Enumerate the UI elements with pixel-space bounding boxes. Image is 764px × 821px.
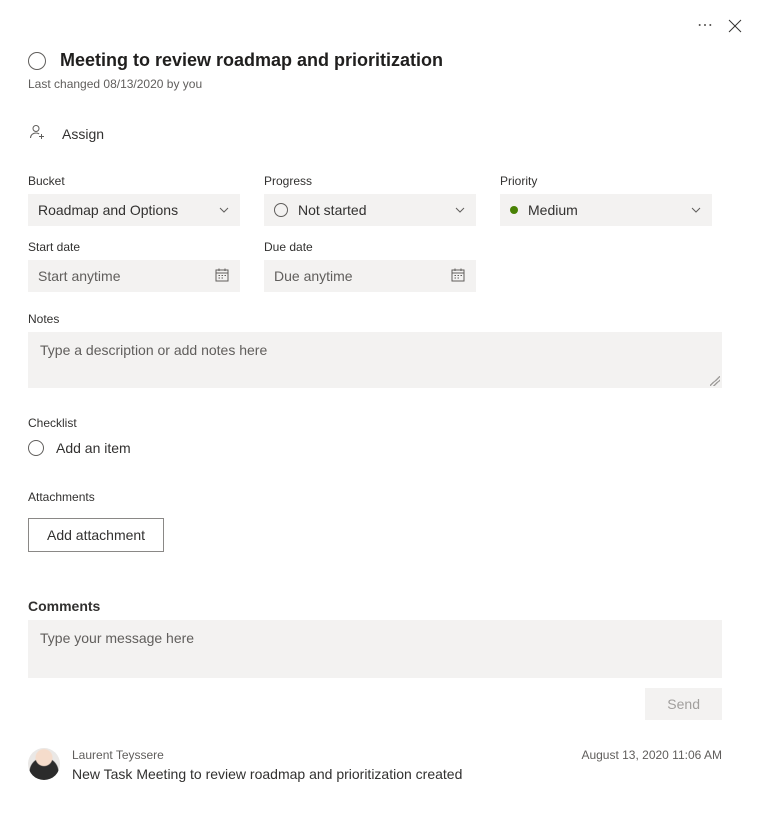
activity-author: Laurent Teyssere [72, 748, 164, 762]
checklist-add-placeholder: Add an item [56, 440, 131, 456]
chevron-down-icon [218, 204, 230, 216]
add-attachment-button[interactable]: Add attachment [28, 518, 164, 552]
bucket-value: Roadmap and Options [38, 202, 178, 218]
activity-item: Laurent Teyssere August 13, 2020 11:06 A… [28, 748, 722, 782]
send-button[interactable]: Send [645, 688, 722, 720]
start-date-label: Start date [28, 240, 240, 254]
comment-input[interactable]: Type your message here [28, 620, 722, 678]
activity-text: New Task Meeting to review roadmap and p… [72, 766, 722, 782]
checklist-add-input[interactable]: Add an item [28, 440, 736, 456]
progress-status-icon [274, 203, 288, 217]
progress-select[interactable]: Not started [264, 194, 476, 226]
notes-textarea[interactable]: Type a description or add notes here [28, 332, 722, 388]
bucket-label: Bucket [28, 174, 240, 188]
top-controls: ⋯ [697, 18, 742, 34]
complete-task-circle[interactable] [28, 52, 46, 70]
checklist-circle-icon [28, 440, 44, 456]
bucket-select[interactable]: Roadmap and Options [28, 194, 240, 226]
progress-value: Not started [298, 202, 366, 218]
comment-placeholder: Type your message here [40, 630, 194, 646]
task-details-pane: ⋯ Meeting to review roadmap and prioriti… [0, 0, 764, 810]
chevron-down-icon [454, 204, 466, 216]
notes-placeholder: Type a description or add notes here [40, 342, 267, 358]
start-date-placeholder: Start anytime [38, 268, 120, 284]
due-date-input[interactable]: Due anytime [264, 260, 476, 292]
priority-value: Medium [528, 202, 578, 218]
priority-label: Priority [500, 174, 712, 188]
person-add-icon [28, 123, 46, 144]
checklist-label: Checklist [28, 416, 736, 430]
attachments-label: Attachments [28, 490, 736, 504]
more-options-icon[interactable]: ⋯ [697, 18, 714, 34]
activity-timestamp: August 13, 2020 11:06 AM [581, 748, 722, 762]
calendar-icon [450, 267, 466, 286]
avatar [28, 748, 60, 780]
close-icon[interactable] [728, 19, 742, 33]
last-changed-text: Last changed 08/13/2020 by you [28, 77, 736, 91]
notes-label: Notes [28, 312, 736, 326]
calendar-icon [214, 267, 230, 286]
assign-button[interactable]: Assign [28, 123, 104, 144]
chevron-down-icon [690, 204, 702, 216]
comments-heading: Comments [28, 598, 736, 614]
due-date-label: Due date [264, 240, 476, 254]
due-date-placeholder: Due anytime [274, 268, 353, 284]
assign-label: Assign [62, 126, 104, 142]
priority-dot-icon [510, 206, 518, 214]
start-date-input[interactable]: Start anytime [28, 260, 240, 292]
task-title[interactable]: Meeting to review roadmap and prioritiza… [60, 50, 443, 71]
progress-label: Progress [264, 174, 476, 188]
priority-select[interactable]: Medium [500, 194, 712, 226]
